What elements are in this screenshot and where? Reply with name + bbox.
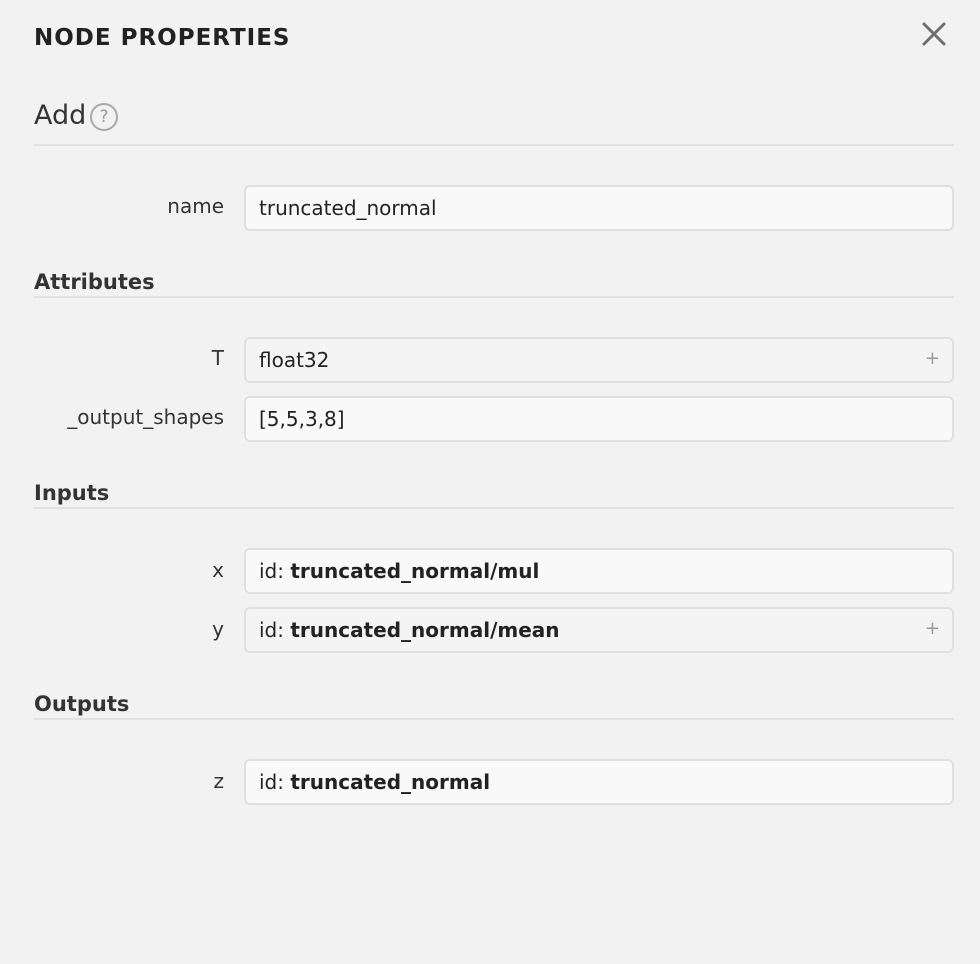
input-id-prefix: id:	[259, 559, 291, 583]
attributes-section-header: Attributes	[34, 270, 954, 298]
input-field-x[interactable]: id: truncated_normal/mul	[244, 548, 954, 594]
node-op-name: Add	[34, 100, 87, 131]
input-id-value: truncated_normal/mean	[290, 618, 560, 642]
attribute-label-output-shapes: _output_shapes	[67, 405, 224, 429]
name-label: name	[167, 194, 224, 218]
name-field[interactable]: truncated_normal	[244, 185, 954, 231]
input-label-y: y	[212, 617, 224, 641]
close-button[interactable]	[918, 18, 950, 50]
outputs-section-header: Outputs	[34, 692, 954, 720]
attribute-value-output-shapes: [5,5,3,8]	[259, 407, 345, 431]
expand-plus-icon[interactable]: +	[925, 609, 940, 649]
input-label-x: x	[212, 558, 224, 582]
attribute-label-T: T	[211, 346, 224, 370]
input-id-prefix: id:	[259, 618, 291, 642]
output-id-value: truncated_normal	[290, 770, 491, 794]
input-field-y[interactable]: id: truncated_normal/mean +	[244, 607, 954, 653]
attribute-value-T: float32	[259, 348, 330, 372]
input-id-value: truncated_normal/mul	[290, 559, 540, 583]
name-value: truncated_normal	[259, 196, 437, 220]
output-label-z: z	[213, 769, 225, 793]
node-op-header: Add ?	[34, 100, 954, 146]
panel-title: NODE PROPERTIES	[34, 25, 291, 51]
help-icon[interactable]: ?	[90, 103, 118, 131]
inputs-section-header: Inputs	[34, 481, 954, 509]
output-id-prefix: id:	[259, 770, 291, 794]
attribute-field-T[interactable]: float32 +	[244, 337, 954, 383]
output-field-z[interactable]: id: truncated_normal	[244, 759, 954, 805]
expand-plus-icon[interactable]: +	[925, 339, 940, 379]
attribute-field-output-shapes[interactable]: [5,5,3,8]	[244, 396, 954, 442]
close-icon	[922, 22, 946, 46]
node-properties-panel: NODE PROPERTIES Add ? name truncated_nor…	[0, 0, 980, 964]
